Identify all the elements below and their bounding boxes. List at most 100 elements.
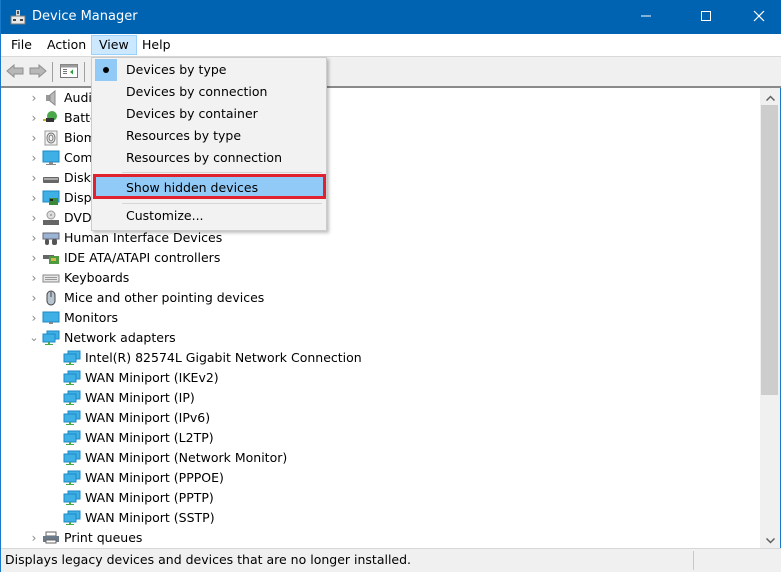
toolbar-separator <box>84 62 85 82</box>
scroll-down-button[interactable] <box>760 531 780 548</box>
tree-item-label: Network adapters <box>64 330 176 345</box>
network-adapter-icon <box>63 410 81 426</box>
network-adapter-item[interactable]: WAN Miniport (Network Monitor) <box>63 448 287 468</box>
tree-item-label: Print queues <box>64 530 143 545</box>
show-hide-console-tree-button[interactable] <box>59 63 79 81</box>
view-menu-dropdown: Devices by type Devices by connection De… <box>91 57 327 231</box>
highlight-annotation-box <box>93 174 326 199</box>
menu-item-devices-by-connection[interactable]: Devices by connection <box>95 81 324 103</box>
network-adapter-item[interactable]: WAN Miniport (PPTP) <box>63 488 214 508</box>
speaker-icon <box>42 90 60 106</box>
status-bar: Displays legacy devices and devices that… <box>1 548 781 572</box>
chevron-right-icon[interactable]: › <box>26 288 42 308</box>
fingerprint-icon <box>42 130 60 146</box>
menu-item-devices-by-container[interactable]: Devices by container <box>95 103 324 125</box>
tree-item-batteries[interactable]: › Batte <box>26 108 98 128</box>
tree-item-monitors[interactable]: › Monitors <box>26 308 119 328</box>
network-adapter-item[interactable]: WAN Miniport (IKEv2) <box>63 368 219 388</box>
network-adapter-item[interactable]: WAN Miniport (IP) <box>63 388 195 408</box>
maximize-button[interactable] <box>683 0 729 34</box>
network-adapter-item[interactable]: WAN Miniport (L2TP) <box>63 428 214 448</box>
chevron-right-icon[interactable]: › <box>26 188 42 208</box>
minimize-button[interactable] <box>623 0 669 34</box>
menu-item-resources-by-connection[interactable]: Resources by connection <box>95 147 324 169</box>
tree-item-dvd[interactable]: › DVD <box>26 208 92 228</box>
chevron-right-icon[interactable]: › <box>26 128 42 148</box>
close-button[interactable] <box>736 0 781 34</box>
tree-item-ide-controllers[interactable]: › IDE ATA/ATAPI controllers <box>26 248 221 268</box>
network-adapter-item[interactable]: WAN Miniport (SSTP) <box>63 508 215 528</box>
tree-item-label: Disk <box>64 170 91 185</box>
tree-item-label: Human Interface Devices <box>64 230 223 245</box>
tree-item-label: WAN Miniport (PPTP) <box>85 490 214 505</box>
arrow-left-icon <box>6 63 24 81</box>
network-adapter-icon <box>63 470 81 486</box>
menu-view[interactable]: View <box>91 35 137 55</box>
menu-item-customize[interactable]: Customize... <box>95 205 324 227</box>
tree-item-label: WAN Miniport (IPv6) <box>85 410 211 425</box>
chevron-right-icon[interactable]: › <box>26 308 42 328</box>
chevron-down-icon <box>765 533 775 547</box>
tree-item-keyboards[interactable]: › Keyboards <box>26 268 130 288</box>
menu-item-resources-by-type[interactable]: Resources by type <box>95 125 324 147</box>
menu-item-devices-by-type[interactable]: Devices by type <box>95 59 324 81</box>
vertical-scrollbar[interactable] <box>760 88 780 548</box>
menu-help[interactable]: Help <box>135 35 178 55</box>
disk-drive-icon <box>42 170 60 186</box>
back-button[interactable] <box>5 63 25 81</box>
arrow-right-icon <box>29 63 47 81</box>
tree-item-label: WAN Miniport (SSTP) <box>85 510 215 525</box>
forward-button[interactable] <box>28 63 48 81</box>
chevron-right-icon[interactable]: › <box>26 268 42 288</box>
printer-icon <box>42 530 60 546</box>
menu-separator <box>122 203 322 204</box>
tree-item-mice[interactable]: › Mice and other pointing devices <box>26 288 264 308</box>
tree-item-label: WAN Miniport (IP) <box>85 390 195 405</box>
device-manager-window: Device Manager File Action View Help › A… <box>0 0 781 572</box>
network-adapter-item[interactable]: WAN Miniport (PPPOE) <box>63 468 224 488</box>
chevron-right-icon[interactable]: › <box>26 168 42 188</box>
menu-action[interactable]: Action <box>40 35 93 55</box>
tree-item-print-queues[interactable]: › Print queues <box>26 528 143 548</box>
mouse-icon <box>42 290 60 306</box>
battery-icon <box>42 110 60 126</box>
hid-icon <box>42 230 60 246</box>
tree-item-computer[interactable]: › Com <box>26 148 93 168</box>
chevron-right-icon[interactable]: › <box>26 248 42 268</box>
menu-file[interactable]: File <box>4 35 39 55</box>
chevron-right-icon[interactable]: › <box>26 228 42 248</box>
toolbar-separator <box>52 62 53 82</box>
chevron-right-icon[interactable]: › <box>26 108 42 128</box>
close-icon <box>753 10 765 25</box>
network-adapter-item[interactable]: Intel(R) 82574L Gigabit Network Connecti… <box>63 348 362 368</box>
chevron-up-icon <box>765 90 775 104</box>
tree-item-hid[interactable]: › Human Interface Devices <box>26 228 222 248</box>
chevron-right-icon[interactable]: › <box>26 528 42 548</box>
scroll-up-button[interactable] <box>760 88 780 105</box>
tree-item-label: Disp <box>64 190 92 205</box>
chevron-down-icon[interactable]: ⌄ <box>26 328 42 348</box>
chevron-right-icon[interactable]: › <box>26 148 42 168</box>
status-text: Displays legacy devices and devices that… <box>5 552 412 567</box>
network-adapter-icon <box>63 390 81 406</box>
chevron-right-icon[interactable]: › <box>26 88 42 108</box>
minimize-icon <box>640 10 652 25</box>
network-adapter-item[interactable]: WAN Miniport (IPv6) <box>63 408 210 428</box>
chevron-right-icon[interactable]: › <box>26 208 42 228</box>
tree-item-audio[interactable]: › Audi <box>26 88 92 108</box>
tree-item-network-adapters[interactable]: ⌄ Network adapters <box>26 328 176 348</box>
tree-item-label: IDE ATA/ATAPI controllers <box>64 250 221 265</box>
title-bar: Device Manager <box>1 0 781 34</box>
network-adapter-icon <box>63 370 81 386</box>
menu-bar: File Action View Help <box>1 34 781 56</box>
window-title: Device Manager <box>32 9 138 24</box>
tree-item-display-adapters[interactable]: › Disp <box>26 188 92 208</box>
tree-item-biometric[interactable]: › Biom <box>26 128 96 148</box>
maximize-icon <box>700 10 712 25</box>
scroll-thumb[interactable] <box>761 105 778 395</box>
network-adapter-icon <box>63 350 81 366</box>
network-adapter-icon <box>63 430 81 446</box>
monitor-icon <box>42 310 60 326</box>
tree-item-disk-drives[interactable]: › Disk <box>26 168 91 188</box>
tree-item-label: Com <box>64 150 93 165</box>
